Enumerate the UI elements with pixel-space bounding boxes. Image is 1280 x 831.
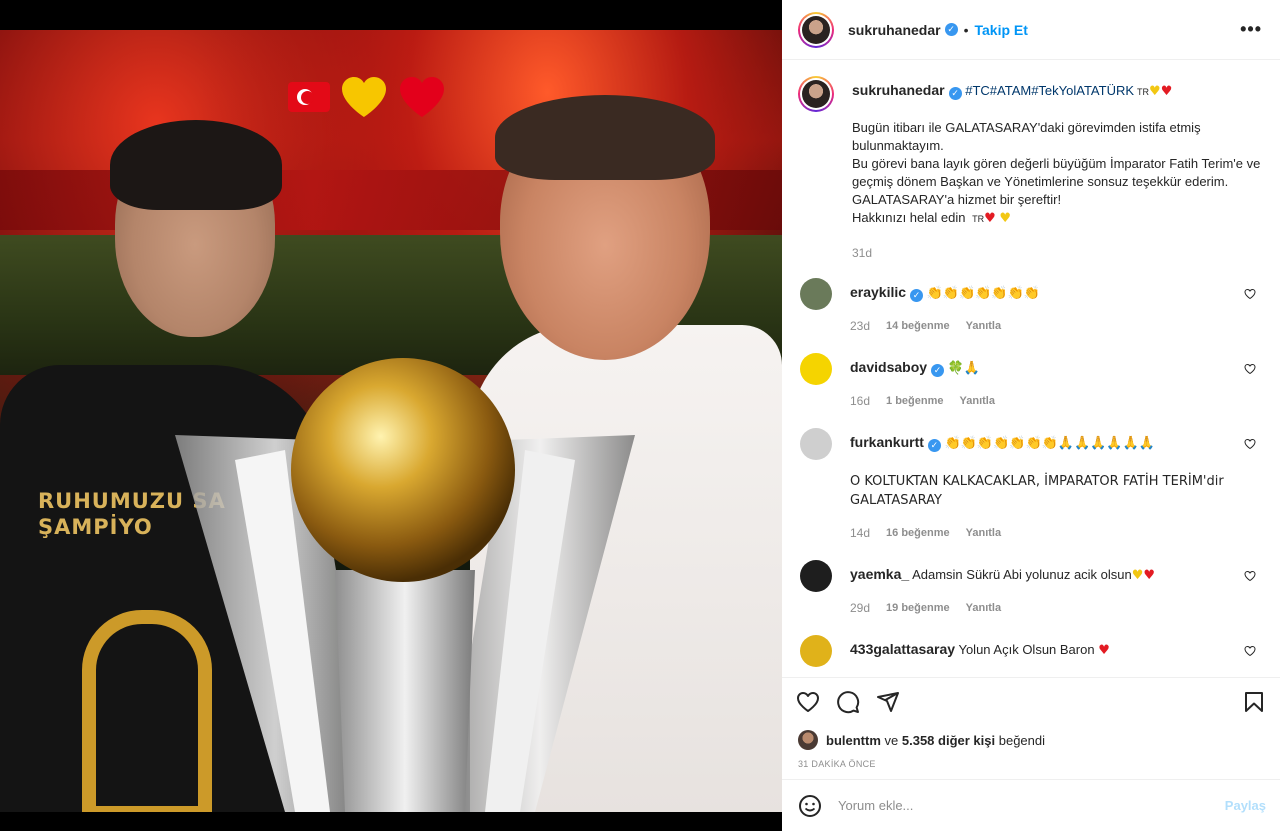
likes-suffix: beğendi bbox=[998, 732, 1046, 748]
red-heart-icon: ♥ bbox=[984, 211, 996, 226]
follow-button[interactable]: Takip Et bbox=[975, 22, 1028, 38]
comment-likes[interactable]: 16 beğenme bbox=[886, 524, 950, 542]
yellow-heart-icon: ♥ bbox=[1149, 84, 1161, 99]
caption-username[interactable]: sukruhanedar bbox=[852, 82, 945, 98]
comment-age[interactable]: 23d bbox=[850, 317, 870, 335]
share-icon[interactable] bbox=[876, 690, 900, 714]
caption-author-avatar[interactable] bbox=[798, 76, 834, 112]
likes-count[interactable]: 5.358 diğer kişi bbox=[902, 733, 995, 748]
likes-summary: bulenttm ve 5.358 diğer kişi beğendi bbox=[782, 725, 1280, 755]
comment-text: 👏👏👏👏👏👏👏 bbox=[926, 286, 1040, 301]
verified-badge-icon: ✓ bbox=[931, 364, 945, 377]
commenter-avatar[interactable] bbox=[800, 428, 832, 460]
heart-icon[interactable] bbox=[1244, 363, 1256, 375]
reply-button[interactable]: Yanıtla bbox=[960, 392, 995, 410]
heart-icon[interactable] bbox=[1244, 570, 1256, 582]
heart-icon[interactable] bbox=[1244, 645, 1256, 657]
commenter-username[interactable]: yaemka_ bbox=[850, 566, 909, 582]
red-heart-icon: ♥ bbox=[1160, 84, 1173, 99]
tr-flag-text: TR bbox=[1137, 87, 1150, 97]
action-bar bbox=[782, 677, 1280, 725]
trophy bbox=[165, 340, 645, 812]
red-heart-icon bbox=[398, 75, 446, 119]
commenter-avatar[interactable] bbox=[800, 353, 832, 385]
comment-age[interactable]: 16d bbox=[850, 392, 870, 410]
comments-section[interactable]: sukruhanedar ✓ #TC#ATAM#TekYolATATÜRK TR♥♥… bbox=[782, 60, 1280, 677]
commenter-avatar[interactable] bbox=[800, 560, 832, 592]
verified-badge-icon: ✓ bbox=[927, 439, 941, 452]
red-heart-icon: ♥ bbox=[1098, 643, 1110, 658]
author-username[interactable]: sukruhanedar bbox=[848, 22, 941, 38]
yellow-heart-icon: ♥ bbox=[1131, 568, 1144, 583]
verified-badge-icon: ✓ bbox=[948, 87, 962, 100]
liker-avatar[interactable] bbox=[798, 730, 818, 750]
comment-item: davidsaboy ✓ 🍀🙏 16d 1 beğenme Yanıtla bbox=[798, 353, 1264, 410]
comment-likes[interactable]: 1 beğenme bbox=[886, 392, 943, 410]
caption-hashtags[interactable]: #TC#ATAM#TekYolATATÜRK bbox=[965, 83, 1134, 98]
heart-icon[interactable] bbox=[796, 690, 820, 714]
comment-age[interactable]: 14d bbox=[850, 524, 870, 542]
caption-body: Bugün itibarı ile GALATASARAY'daki görev… bbox=[852, 120, 1261, 226]
add-comment-bar: Paylaş bbox=[782, 779, 1280, 831]
more-icon[interactable]: ••• bbox=[1240, 19, 1262, 40]
comment-likes[interactable]: 14 beğenme bbox=[886, 317, 950, 335]
yellow-heart-icon bbox=[340, 75, 388, 119]
reply-button[interactable]: Yanıtla bbox=[966, 524, 1001, 542]
comment-text: Yolun Açık Olsun Baron bbox=[958, 642, 1095, 657]
bookmark-icon[interactable] bbox=[1242, 690, 1266, 714]
post-header: sukruhanedar ✓ • Takip Et ••• bbox=[782, 0, 1280, 60]
commenter-username[interactable]: eraykilic bbox=[850, 284, 906, 300]
likes-conjunction: ve bbox=[884, 732, 899, 748]
comment-item: yaemka_ Adamsin Sükrü Abi yolunuz acik o… bbox=[798, 560, 1264, 617]
post-side-panel: sukruhanedar ✓ • Takip Et ••• sukruhaned… bbox=[782, 0, 1280, 831]
comment-item: eraykilic ✓ 👏👏👏👏👏👏👏 23d 14 beğenme Yanıtla bbox=[798, 278, 1264, 335]
author-avatar[interactable] bbox=[798, 11, 834, 48]
heart-icon[interactable] bbox=[1244, 438, 1256, 450]
turkish-flag-icon bbox=[288, 82, 330, 112]
comment-icon[interactable] bbox=[836, 690, 860, 714]
verified-badge-icon: ✓ bbox=[910, 289, 924, 302]
tr-flag-text: TR bbox=[972, 214, 985, 224]
post-caption: sukruhanedar ✓ #TC#ATAM#TekYolATATÜRK TR♥♥… bbox=[798, 76, 1264, 262]
comment-item: furkankurtt ✓ 👏👏👏👏👏👏👏🙏🙏🙏🙏🙏🙏 O KOLTUKTAN K… bbox=[798, 428, 1264, 542]
liker-username[interactable]: bulenttm bbox=[826, 733, 881, 748]
comment-input[interactable] bbox=[838, 798, 1198, 813]
person-left-hair bbox=[110, 120, 282, 210]
commenter-username[interactable]: davidsaboy bbox=[850, 359, 927, 375]
verified-badge-icon: ✓ bbox=[944, 23, 958, 36]
red-heart-icon: ♥ bbox=[1143, 568, 1156, 583]
commenter-avatar[interactable] bbox=[800, 278, 832, 310]
commenter-username[interactable]: 433galattasaray bbox=[850, 641, 955, 657]
person-right-hair bbox=[495, 95, 715, 180]
reply-button[interactable]: Yanıtla bbox=[966, 317, 1001, 335]
caption-age[interactable]: 31d bbox=[852, 244, 1264, 262]
commenter-username[interactable]: furkankurtt bbox=[850, 434, 924, 450]
post-photo[interactable]: RUHUMUZU SA A ŞAMPİYO bbox=[0, 30, 782, 812]
separator-dot: • bbox=[963, 21, 969, 38]
comment-likes[interactable]: 19 beğenme bbox=[886, 599, 950, 617]
emoji-icon[interactable] bbox=[798, 794, 822, 818]
heart-icon[interactable] bbox=[1244, 288, 1256, 300]
yellow-heart-icon: ♥ bbox=[999, 211, 1012, 226]
comment-age[interactable]: 29d bbox=[850, 599, 870, 617]
post-comment-button[interactable]: Paylaş bbox=[1225, 798, 1266, 813]
post-timestamp[interactable]: 31 DAKİKA ÖNCE bbox=[782, 755, 1280, 779]
post-photo-area[interactable]: RUHUMUZU SA A ŞAMPİYO bbox=[0, 0, 782, 831]
comment-item: 433galattasaray Yolun Açık Olsun Baron ♥ bbox=[798, 635, 1264, 667]
reply-button[interactable]: Yanıtla bbox=[966, 599, 1001, 617]
commenter-avatar[interactable] bbox=[800, 635, 832, 667]
comment-text: 🍀🙏 bbox=[947, 361, 981, 376]
comment-text: Adamsin Sükrü Abi yolunuz acik olsun bbox=[912, 567, 1132, 582]
